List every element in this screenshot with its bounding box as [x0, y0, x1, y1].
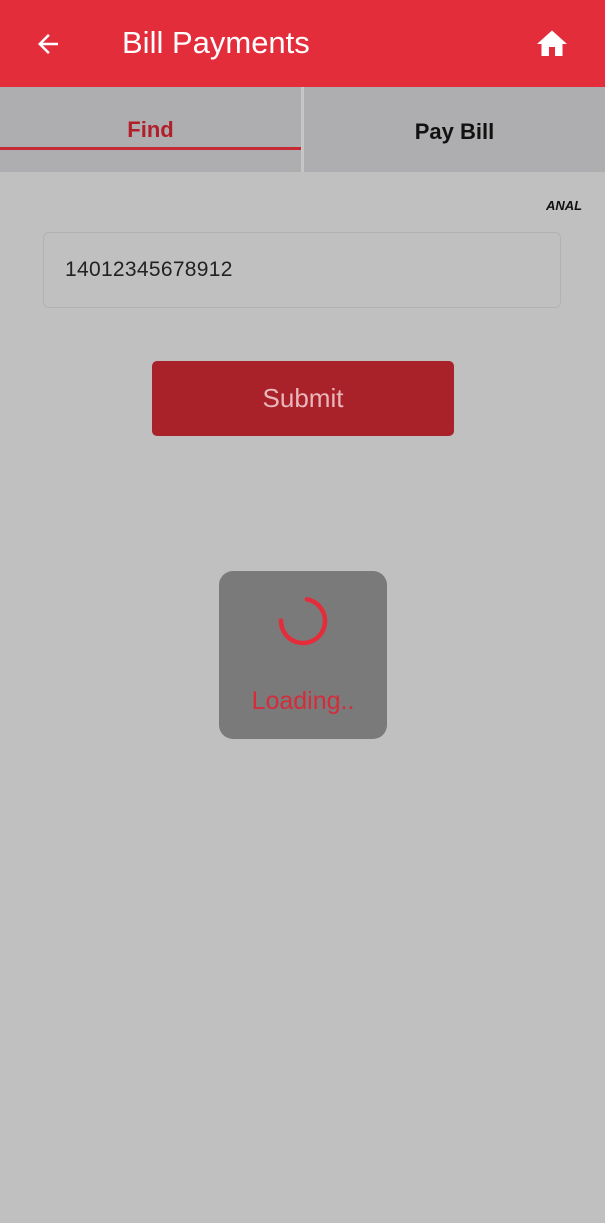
loading-dialog: Loading.. [219, 571, 387, 739]
arrow-left-icon [38, 34, 58, 54]
tab-pay-bill[interactable]: Pay Bill [304, 87, 605, 172]
app-bar: Bill Payments [0, 0, 605, 87]
account-number-value: 14012345678912 [65, 258, 233, 281]
loading-text: Loading.. [251, 687, 355, 715]
home-icon [537, 30, 567, 56]
home-button[interactable] [532, 24, 572, 64]
tab-pay-bill-label: Pay Bill [414, 119, 495, 144]
page-title: Bill Payments [122, 25, 310, 60]
spinner-icon [278, 596, 328, 646]
corner-label: ANAL [546, 198, 583, 213]
account-number-field[interactable]: 14012345678912 [43, 232, 561, 308]
tab-bar: Find Pay Bill [0, 87, 605, 172]
tab-find[interactable]: Find [0, 87, 301, 172]
back-button[interactable] [28, 24, 68, 64]
active-tab-indicator [0, 147, 301, 150]
submit-button[interactable]: Submit [152, 361, 454, 436]
tab-find-label: Find [127, 117, 174, 142]
